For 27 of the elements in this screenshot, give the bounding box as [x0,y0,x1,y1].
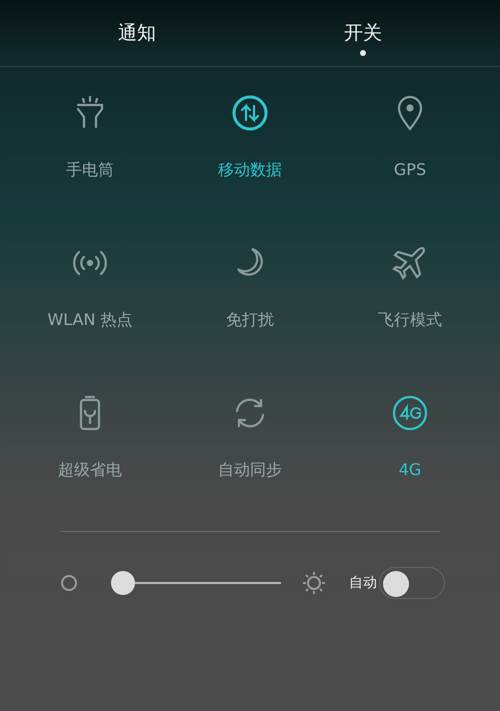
slider-thumb[interactable] [111,571,135,595]
auto-label: 自动 [349,574,377,592]
toggle-label: 飞行模式 [378,310,442,330]
auto-brightness-switch[interactable] [379,567,445,599]
toggle-label: 手电筒 [66,160,114,180]
data-transfer-icon [230,93,270,133]
toggle-tile[interactable]: 飞行模式 [330,217,490,367]
toggle-tile[interactable]: GPS [330,67,490,217]
toggle-label: 免打扰 [226,310,274,330]
toggle-label: 移动数据 [218,160,282,180]
low-brightness-icon [60,574,78,592]
toggle-tile[interactable]: 手电筒 [10,67,170,217]
sun-icon [301,570,327,596]
toggle-tile[interactable]: 移动数据 [170,67,330,217]
toggle-label: 4G [398,460,422,480]
toggle-tile[interactable]: WLAN 热点 [10,217,170,367]
toggle-label: 自动同步 [218,460,282,480]
tab[interactable]: 开关 [250,0,476,66]
toggle-tile[interactable]: 4G [330,367,490,517]
toggle-tile[interactable]: 免打扰 [170,217,330,367]
toggle-tile[interactable]: 自动同步 [170,367,330,517]
4g-icon [390,393,430,433]
toggle-label: WLAN 热点 [47,310,133,330]
toggle-label: GPS [394,160,426,180]
toggle-tile[interactable]: 超级省电 [10,367,170,517]
toggle-label: 超级省电 [58,460,122,480]
tab[interactable]: 通知 [24,0,250,66]
